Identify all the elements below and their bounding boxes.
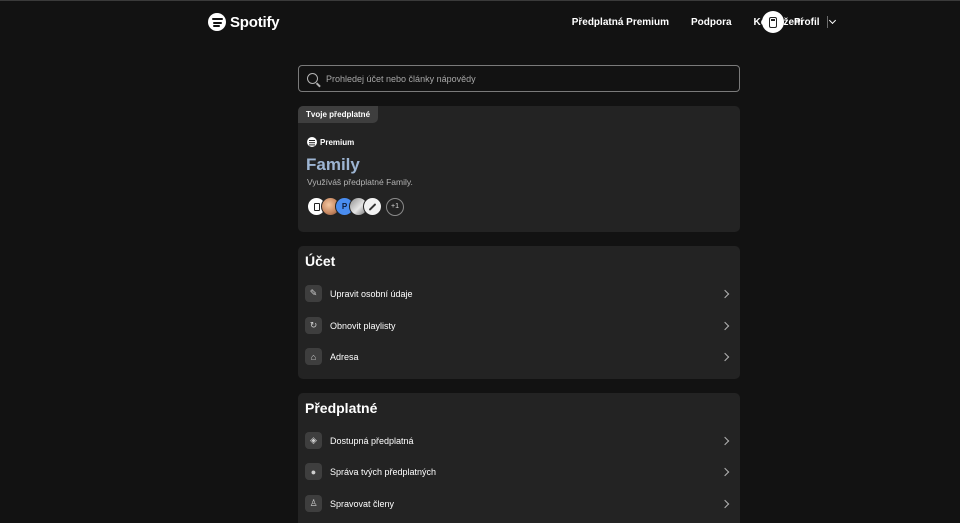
section-title: Účet — [305, 253, 336, 269]
profile-menu-button[interactable]: Profil — [762, 11, 836, 33]
chevron-right-icon — [720, 467, 730, 476]
spotify-logo[interactable]: Spotify — [208, 13, 280, 31]
recover-playlists-row[interactable]: ↻ Obnovit playlisty — [298, 310, 740, 341]
available-plans-row[interactable]: ◈ Dostupná předplatná — [298, 425, 740, 456]
member-icon: ♙ — [305, 495, 322, 512]
diamond-icon: ◈ — [305, 432, 322, 449]
section-title: Předplatné — [305, 400, 378, 416]
page: Spotify Předplatná Premium Podpora Ke st… — [0, 0, 960, 523]
home-icon: ⌂ — [305, 348, 322, 365]
subscription-section: Předplatné ◈ Dostupná předplatná ● Správ… — [298, 393, 740, 523]
edit-profile-row[interactable]: ✎ Upravit osobní údaje — [298, 278, 740, 309]
member-avatars: P +1 — [307, 197, 404, 216]
chevron-right-icon — [720, 436, 730, 445]
row-label: Dostupná předplatná — [330, 435, 414, 446]
chevron-right-icon — [720, 352, 730, 361]
chevron-down-icon — [828, 16, 836, 25]
spotify-icon: ● — [305, 463, 322, 480]
address-row[interactable]: ⌂ Adresa — [298, 341, 740, 372]
account-section: Účet ✎ Upravit osobní údaje ↻ Obnovit pl… — [298, 246, 740, 379]
top-bar: Spotify Předplatná Premium Podpora Ke st… — [0, 1, 960, 43]
plan-name: Family — [306, 155, 360, 174]
chevron-right-icon — [720, 289, 730, 298]
plan-tag: Tvoje předplatné — [298, 106, 379, 123]
row-label: Obnovit playlisty — [330, 320, 396, 331]
plan-description: Využíváš předplatné Family. — [307, 177, 413, 187]
brush-icon — [368, 202, 377, 211]
nav-support[interactable]: Podpora — [691, 17, 732, 28]
chevron-right-icon — [720, 321, 730, 330]
subscription-card[interactable]: Tvoje předplatné Premium Family Využíváš… — [298, 106, 740, 232]
chevron-right-icon — [720, 499, 730, 508]
row-label: Adresa — [330, 351, 359, 362]
manage-subscriptions-row[interactable]: ● Správa tvých předplatných — [298, 456, 740, 487]
search-icon — [307, 73, 318, 84]
nav-premium-plans[interactable]: Předplatná Premium — [572, 17, 669, 28]
row-label: Upravit osobní údaje — [330, 288, 413, 299]
search-input[interactable] — [326, 73, 706, 84]
search-box[interactable] — [298, 65, 740, 92]
spotify-icon — [307, 137, 317, 147]
row-label: Spravovat členy — [330, 498, 395, 509]
member-avatar — [363, 197, 382, 216]
clipboard-icon — [769, 16, 777, 28]
pencil-icon: ✎ — [305, 285, 322, 302]
more-members-badge: +1 — [386, 197, 404, 216]
manage-members-row[interactable]: ♙ Spravovat členy — [298, 488, 740, 519]
avatar — [762, 11, 784, 33]
premium-label: Premium — [320, 137, 355, 147]
spotify-logo-icon — [208, 13, 226, 31]
clipboard-icon — [313, 202, 320, 211]
premium-badge: Premium — [307, 137, 354, 147]
refresh-icon: ↻ — [305, 317, 322, 334]
profile-label: Profil — [794, 16, 820, 28]
logo-text: Spotify — [230, 13, 280, 31]
row-label: Správa tvých předplatných — [330, 466, 437, 477]
